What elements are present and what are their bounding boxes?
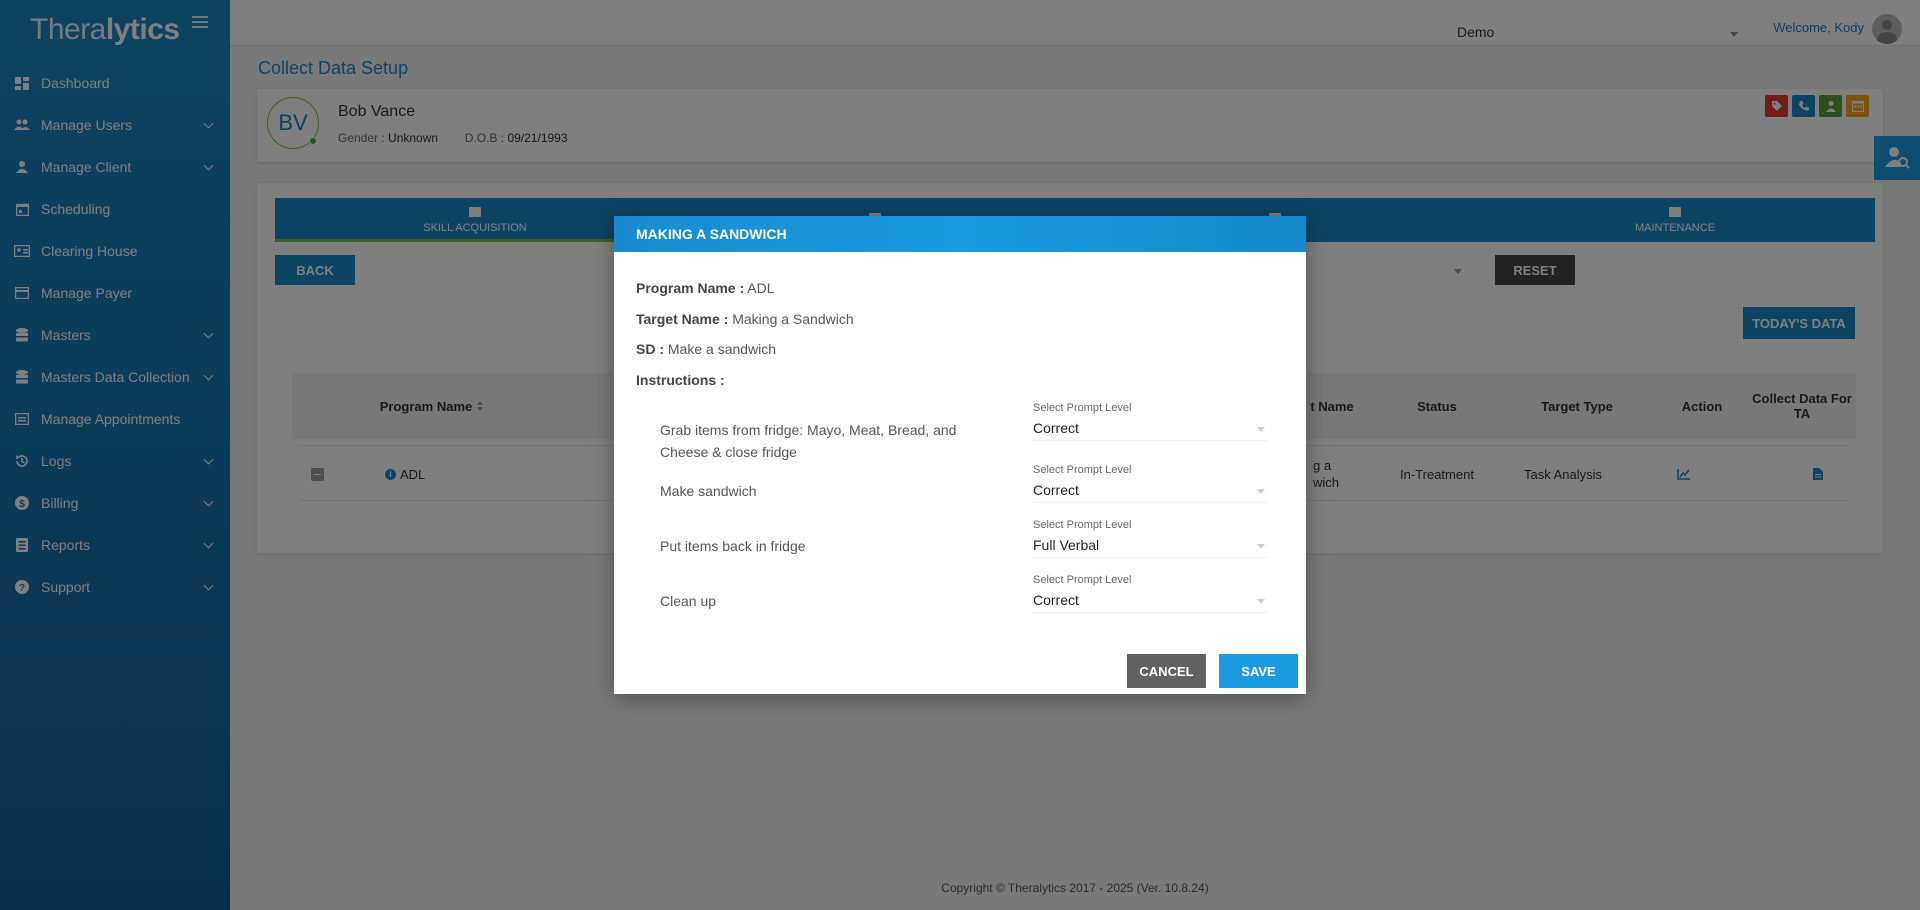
prompt-level-select[interactable]: Select Prompt Level Correct — [1033, 402, 1267, 441]
target-name-line: Target Name : Making a Sandwich — [636, 311, 854, 327]
prompt-level-select[interactable]: Select Prompt Level Correct — [1033, 464, 1267, 503]
prompt-level-value[interactable]: Correct — [1033, 420, 1267, 441]
prompt-level-value[interactable]: Correct — [1033, 482, 1267, 503]
cancel-button[interactable]: CANCEL — [1127, 654, 1206, 688]
prompt-level-value[interactable]: Correct — [1033, 592, 1267, 613]
task-analysis-modal: MAKING A SANDWICH Program Name : ADL Tar… — [614, 216, 1306, 694]
sd-line: SD : Make a sandwich — [636, 341, 777, 357]
modal-title: MAKING A SANDWICH — [614, 216, 1306, 252]
prompt-level-select[interactable]: Select Prompt Level Full Verbal — [1033, 519, 1267, 558]
prompt-level-select[interactable]: Select Prompt Level Correct — [1033, 574, 1267, 613]
step-text: Put items back in fridge — [660, 538, 806, 554]
step-text: Clean up — [660, 593, 717, 609]
program-name-line: Program Name : ADL — [636, 280, 775, 296]
instructions-label: Instructions : — [636, 372, 725, 388]
prompt-level-value[interactable]: Full Verbal — [1033, 537, 1267, 558]
step-text: Make sandwich — [660, 483, 757, 499]
save-button[interactable]: SAVE — [1219, 654, 1298, 688]
step-text: Grab items from fridge: Mayo, Meat, Brea… — [660, 422, 957, 460]
